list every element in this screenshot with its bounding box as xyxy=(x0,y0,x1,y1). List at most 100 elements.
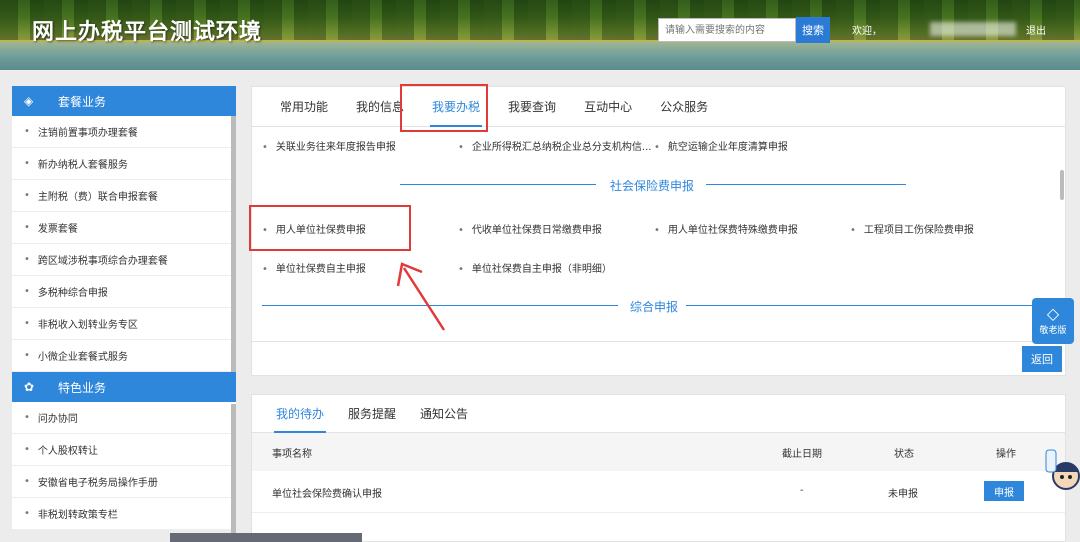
section-divider xyxy=(400,184,596,185)
sidebar-item[interactable]: • 发票套餐 xyxy=(12,212,236,244)
service-link[interactable]: • 单位社保费自主申报 xyxy=(262,260,366,275)
sidebar-item[interactable]: • 非税划转政策专栏 xyxy=(12,498,236,530)
sidebar-item-label: 主附税（费）联合申报套餐 xyxy=(37,192,158,203)
sidebar-item[interactable]: • 跨区域涉税事项综合办理套餐 xyxy=(12,244,236,276)
column-header-name: 事项名称 xyxy=(272,449,312,460)
bullet-icon: • xyxy=(262,142,268,153)
welcome-text: 欢迎， xyxy=(852,26,882,37)
banner-lake xyxy=(0,42,1080,70)
sidebar-item[interactable]: • 小微企业套餐式服务 xyxy=(12,340,236,372)
todo-tabs: 我的待办 服务提醒 通知公告 xyxy=(252,395,1065,433)
sidebar-item-label: 安徽省电子税务局操作手册 xyxy=(37,478,158,489)
row-name: 单位社会保险费确认申报 xyxy=(272,489,382,500)
row-status: 未申报 xyxy=(888,489,918,500)
section-divider xyxy=(706,184,906,185)
sidebar-item-label: 小微企业套餐式服务 xyxy=(37,352,128,363)
bullet-icon: • xyxy=(24,286,30,297)
sidebar-list-package: • 注销前置事项办理套餐 • 新办纳税人套餐服务 • 主附税（费）联合申报套餐 • 发票… xyxy=(12,116,236,372)
service-link-label: 企业所得税汇总纳税企业总分支机构信... xyxy=(471,142,652,153)
service-link-label: 航空运输企业年度清算申报 xyxy=(667,142,788,153)
service-link-label: 用人单位社保费特殊缴费申报 xyxy=(667,225,798,236)
bullet-icon: • xyxy=(24,350,30,361)
sidebar-item[interactable]: • 问办协同 xyxy=(12,402,236,434)
bullet-icon: • xyxy=(850,225,856,236)
sidebar-item-label: 非税收入划转业务专区 xyxy=(37,320,138,331)
clover-icon: ✿ xyxy=(24,380,35,394)
section-title-comprehensive: 综合申报 xyxy=(630,300,679,314)
service-link[interactable]: • 用人单位社保费特殊缴费申报 xyxy=(654,221,798,236)
elder-mode-label: 敬老版 xyxy=(1039,326,1067,336)
bullet-icon: • xyxy=(24,476,30,487)
layers-icon: ◈ xyxy=(24,94,34,108)
bullet-icon: • xyxy=(654,142,660,153)
sidebar-item-label: 非税划转政策专栏 xyxy=(37,510,118,521)
sidebar-item-label: 发票套餐 xyxy=(37,224,78,235)
sidebar-scrollbar[interactable] xyxy=(231,116,236,372)
tab-query[interactable]: 我要查询 xyxy=(494,87,570,127)
column-header-action: 操作 xyxy=(996,449,1016,460)
service-link[interactable]: • 工程项目工伤保险费申报 xyxy=(850,221,974,236)
sidebar-item-label: 多税种综合申报 xyxy=(37,288,108,299)
sidebar-item-label: 个人股权转让 xyxy=(37,446,98,457)
bullet-icon: • xyxy=(24,254,30,265)
service-link-label: 关联业务往来年度报告申报 xyxy=(275,142,396,153)
tab-common[interactable]: 常用功能 xyxy=(266,87,342,127)
sidebar-item-label: 新办纳税人套餐服务 xyxy=(37,160,128,171)
service-link-label: 工程项目工伤保险费申报 xyxy=(863,225,974,236)
table-header: 事项名称 截止日期 状态 操作 xyxy=(252,433,1065,471)
section-divider xyxy=(686,305,1042,306)
search-input[interactable] xyxy=(658,18,796,42)
service-link[interactable]: • 单位社保费自主申报（非明细） xyxy=(458,260,612,275)
table-row: 单位社会保险费确认申报 - 未申报 申报 xyxy=(252,471,1065,513)
section-title-social-insurance: 社会保险费申报 xyxy=(610,179,695,193)
sidebar-item[interactable]: • 安徽省电子税务局操作手册 xyxy=(12,466,236,498)
sidebar-item-label: 问办协同 xyxy=(37,414,78,425)
sidebar-group-title: 特色业务 xyxy=(58,380,107,395)
sidebar: ◈ 套餐业务 • 注销前置事项办理套餐 • 新办纳税人套餐服务 • 主附税（费）联合申… xyxy=(12,86,236,542)
tab-public-service[interactable]: 公众服务 xyxy=(646,87,722,127)
user-name-masked xyxy=(930,22,1016,36)
bullet-icon: • xyxy=(24,222,30,233)
elder-mode-button[interactable]: ◇ 敬老版 xyxy=(1032,298,1074,344)
sidebar-item[interactable]: • 注销前置事项办理套餐 xyxy=(12,116,236,148)
sidebar-item[interactable]: • 多税种综合申报 xyxy=(12,276,236,308)
back-button[interactable]: 返回 xyxy=(1022,346,1062,372)
service-link-label: 代收单位社保费日常缴费申报 xyxy=(471,225,602,236)
bullet-icon: • xyxy=(24,190,30,201)
sidebar-item[interactable]: • 新办纳税人套餐服务 xyxy=(12,148,236,180)
arrow-annotation-icon xyxy=(396,262,446,331)
row-deadline: - xyxy=(800,485,804,496)
service-link[interactable]: • 代收单位社保费日常缴费申报 xyxy=(458,221,602,236)
sidebar-item[interactable]: • 非税收入划转业务专区 xyxy=(12,308,236,340)
sidebar-item-label: 跨区域涉税事项综合办理套餐 xyxy=(37,256,168,267)
bullet-icon: • xyxy=(24,508,30,519)
site-title: 网上办税平台测试环境 xyxy=(32,20,263,45)
tab-notice[interactable]: 通知公告 xyxy=(408,395,480,433)
header-banner: 网上办税平台测试环境 搜索 欢迎， 退出 xyxy=(0,0,1080,70)
column-header-status: 状态 xyxy=(894,449,914,460)
service-link[interactable]: • 关联业务往来年度报告申报 xyxy=(262,138,396,153)
sidebar-group-title: 套餐业务 xyxy=(58,94,107,109)
logout-link[interactable]: 退出 xyxy=(1026,22,1046,37)
sidebar-group-package[interactable]: ◈ 套餐业务 xyxy=(12,86,236,116)
sidebar-item-label: 注销前置事项办理套餐 xyxy=(37,128,138,139)
apply-button[interactable]: 申报 xyxy=(984,481,1024,501)
column-header-deadline: 截止日期 xyxy=(782,449,822,460)
sidebar-item[interactable]: • 个人股权转让 xyxy=(12,434,236,466)
service-link[interactable]: • 航空运输企业年度清算申报 xyxy=(654,138,788,153)
sidebar-group-featured[interactable]: ✿ 特色业务 xyxy=(12,372,236,402)
bullet-icon: • xyxy=(458,142,464,153)
bullet-icon: • xyxy=(458,264,464,275)
assistant-mascot-icon[interactable] xyxy=(1044,446,1080,496)
sidebar-scrollbar-2[interactable] xyxy=(231,404,236,542)
todo-panel: 我的待办 服务提醒 通知公告 事项名称 截止日期 状态 操作 单位社会保险费确认… xyxy=(251,394,1066,542)
bullet-icon: • xyxy=(24,412,30,423)
search-button[interactable]: 搜索 xyxy=(796,17,830,43)
sidebar-item[interactable]: • 主附税（费）联合申报套餐 xyxy=(12,180,236,212)
service-link[interactable]: • 企业所得税汇总纳税企业总分支机构信... xyxy=(458,138,651,153)
panel-footer xyxy=(252,341,1065,375)
tab-my-todo[interactable]: 我的待办 xyxy=(264,395,336,433)
panel-scrollbar[interactable] xyxy=(1060,170,1064,200)
tab-service-reminder[interactable]: 服务提醒 xyxy=(336,395,408,433)
tab-interaction[interactable]: 互动中心 xyxy=(570,87,646,127)
